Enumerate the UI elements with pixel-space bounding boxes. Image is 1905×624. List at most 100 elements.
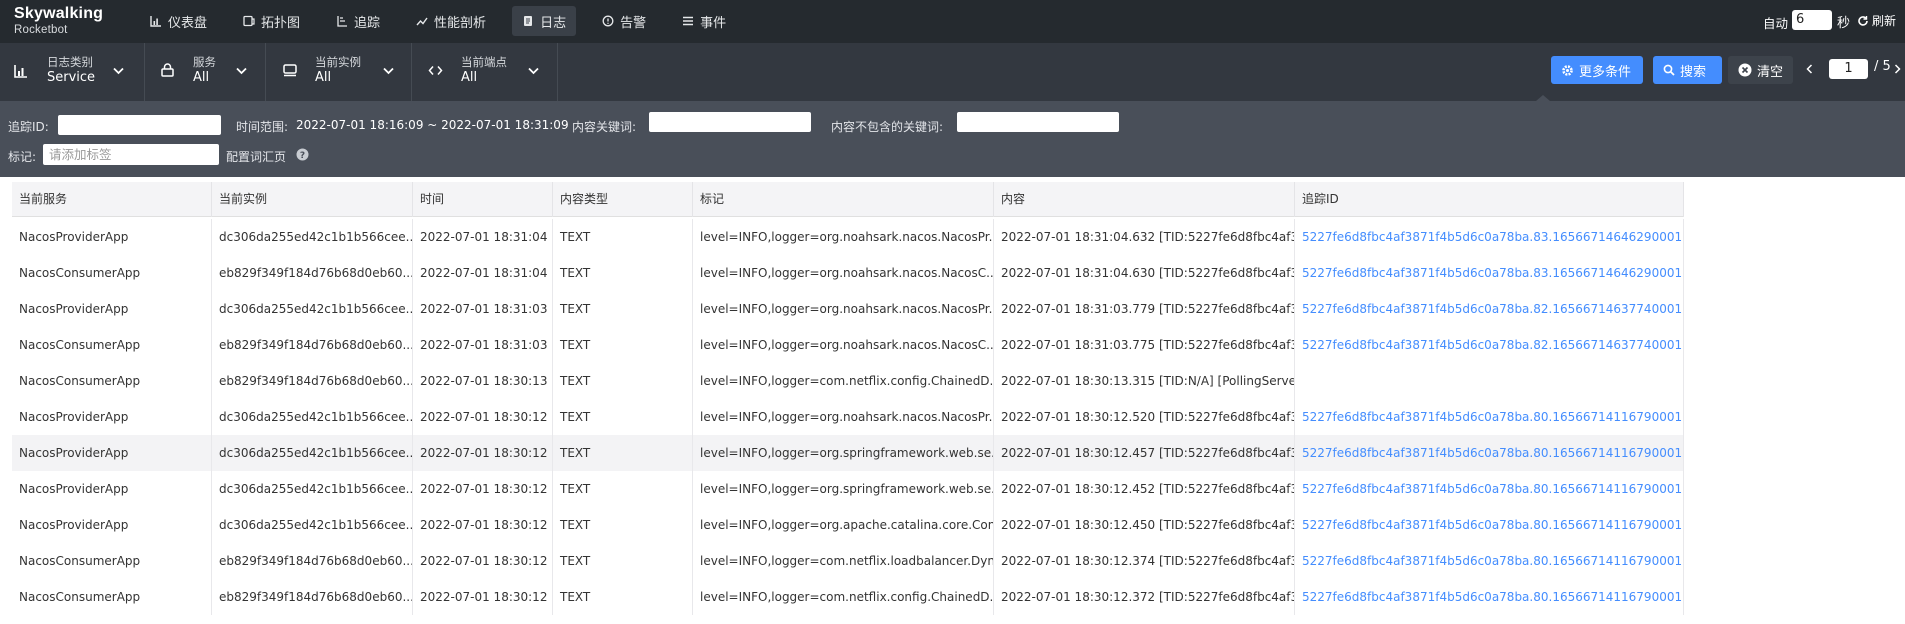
table-row[interactable]: NacosConsumerApp eb829f349f184d76b68d0eb6… — [12, 363, 1684, 399]
cell-trace-id[interactable]: 5227fe6d8fbc4af3871f4b5d6c0a78ba.82.1656… — [1295, 327, 1684, 363]
chevron-down-icon — [383, 67, 394, 75]
table-row[interactable]: NacosProviderApp dc306da255ed42c1b1b566ce… — [12, 399, 1684, 435]
cell-content-type: TEXT — [553, 507, 693, 543]
cell-trace-id[interactable]: 5227fe6d8fbc4af3871f4b5d6c0a78ba.80.1656… — [1295, 399, 1684, 435]
help-icon[interactable]: ? — [296, 148, 309, 161]
endpoint-selector[interactable]: 当前端点 All — [412, 43, 558, 101]
cell-trace-id[interactable]: 5227fe6d8fbc4af3871f4b5d6c0a78ba.80.1656… — [1295, 507, 1684, 543]
cell-time: 2022-07-01 18:30:12 — [413, 579, 553, 615]
table-row[interactable]: NacosConsumerApp eb829f349f184d76b68d0eb6… — [12, 255, 1684, 291]
auto-refresh-interval-input[interactable]: 6 — [1792, 10, 1832, 30]
cell-trace-id[interactable]: 5227fe6d8fbc4af3871f4b5d6c0a78ba.80.1656… — [1295, 579, 1684, 615]
clear-label: 清空 — [1757, 64, 1784, 80]
column-header: 标记 — [693, 182, 994, 217]
cell-instance: dc306da255ed42c1b1b566cee... — [212, 435, 413, 471]
time-range-value[interactable]: 2022-07-01 18:16:09 ~ 2022-07-01 18:31:0… — [296, 118, 569, 132]
nav-item-alarm[interactable]: 告警 — [592, 6, 656, 36]
chevron-down-icon — [236, 67, 247, 75]
table-row[interactable]: NacosConsumerApp eb829f349f184d76b68d0eb6… — [12, 579, 1684, 615]
cell-trace-id[interactable]: 5227fe6d8fbc4af3871f4b5d6c0a78ba.83.1656… — [1295, 219, 1684, 255]
chart-icon — [14, 65, 27, 78]
code-icon — [428, 66, 443, 75]
page-number-input[interactable]: 1 — [1829, 59, 1868, 79]
exclude-keyword-input[interactable] — [957, 112, 1119, 132]
logo-subtitle: Rocketbot — [14, 24, 68, 36]
table-row[interactable]: NacosProviderApp dc306da255ed42c1b1b566ce… — [12, 507, 1684, 543]
keyword-label: 内容关键词: — [572, 120, 637, 134]
selector-label: 服务 — [193, 55, 216, 69]
cell-trace-id[interactable]: 5227fe6d8fbc4af3871f4b5d6c0a78ba.80.1656… — [1295, 471, 1684, 507]
service-selector[interactable]: 服务 All — [145, 43, 266, 101]
chevron-down-icon — [528, 67, 539, 75]
config-vocab-link[interactable]: 配置词汇页 — [226, 148, 286, 165]
refresh-icon — [1858, 15, 1868, 26]
column-header: 当前实例 — [212, 182, 413, 217]
instance-icon — [283, 64, 297, 77]
nav-item-label: 日志 — [540, 15, 567, 31]
cell-instance: eb829f349f184d76b68d0eb60... — [212, 255, 413, 291]
more-conditions-button[interactable]: 更多条件 — [1551, 56, 1643, 84]
cell-content: 2022-07-01 18:30:12.452 [TID:5227fe6d8fb… — [994, 471, 1295, 507]
cell-trace-id[interactable]: 5227fe6d8fbc4af3871f4b5d6c0a78ba.82.1656… — [1295, 291, 1684, 327]
table-row[interactable]: NacosConsumerApp eb829f349f184d76b68d0eb6… — [12, 543, 1684, 579]
cell-tags: level=INFO,logger=com.netflix.config.Cha… — [693, 363, 994, 399]
table-row[interactable]: NacosProviderApp dc306da255ed42c1b1b566ce… — [12, 435, 1684, 471]
cell-tags: level=INFO,logger=org.noahsark.nacos.Nac… — [693, 219, 994, 255]
chevron-down-icon — [113, 67, 124, 75]
cell-tags: level=INFO,logger=org.noahsark.nacos.Nac… — [693, 399, 994, 435]
cell-service: NacosConsumerApp — [12, 543, 212, 579]
cell-instance: dc306da255ed42c1b1b566cee... — [212, 219, 413, 255]
profile-icon — [416, 17, 428, 26]
cell-trace-id[interactable]: 5227fe6d8fbc4af3871f4b5d6c0a78ba.80.1656… — [1295, 435, 1684, 471]
chevron-left-icon[interactable] — [1806, 64, 1813, 74]
nav-item-trace[interactable]: 追踪 — [326, 6, 390, 36]
log-icon — [524, 16, 533, 26]
nav-item-profile[interactable]: 性能剖析 — [406, 6, 496, 36]
table-row[interactable]: NacosProviderApp dc306da255ed42c1b1b566ce… — [12, 219, 1684, 255]
selector-bar: 日志类别 Service 服务 All 当前实例 All 当前端点 All 更多… — [0, 43, 1905, 101]
clear-button[interactable]: 清空 — [1728, 56, 1793, 84]
cell-content: 2022-07-01 18:30:12.457 [TID:5227fe6d8fb… — [994, 435, 1295, 471]
table-row[interactable]: NacosProviderApp dc306da255ed42c1b1b566ce… — [12, 471, 1684, 507]
nav-item-event[interactable]: 事件 — [672, 6, 736, 36]
app-logo[interactable]: Skywalking Rocketbot — [14, 6, 103, 37]
refresh-button[interactable]: 刷新 — [1857, 12, 1896, 29]
column-header: 当前服务 — [12, 182, 212, 217]
cell-content: 2022-07-01 18:30:12.374 [TID:5227fe6d8fb… — [994, 543, 1295, 579]
nav-item-topology[interactable]: 拓扑图 — [233, 6, 310, 36]
page-total: / 5 — [1874, 59, 1891, 74]
cell-content-type: TEXT — [553, 291, 693, 327]
cell-time: 2022-07-01 18:30:12 — [413, 435, 553, 471]
nav-item-dashboard[interactable]: 仪表盘 — [140, 6, 217, 36]
cell-trace-id[interactable]: 5227fe6d8fbc4af3871f4b5d6c0a78ba.83.1656… — [1295, 255, 1684, 291]
tag-input[interactable]: 请添加标签 — [43, 144, 219, 165]
cell-service: NacosProviderApp — [12, 435, 212, 471]
log-category-selector[interactable]: 日志类别 Service — [0, 43, 145, 101]
nav-item-label: 追踪 — [354, 15, 381, 31]
chevron-right-icon[interactable] — [1894, 64, 1901, 74]
search-button[interactable]: 搜索 — [1653, 56, 1722, 84]
cell-time: 2022-07-01 18:30:12 — [413, 471, 553, 507]
instance-selector[interactable]: 当前实例 All — [266, 43, 412, 101]
table-row[interactable]: NacosProviderApp dc306da255ed42c1b1b566ce… — [12, 291, 1684, 327]
trace-id-input[interactable] — [58, 115, 221, 135]
cell-trace-id[interactable] — [1295, 363, 1684, 399]
more-conditions-label: 更多条件 — [1579, 64, 1632, 80]
keyword-input[interactable] — [649, 112, 811, 132]
cell-time: 2022-07-01 18:31:03 — [413, 291, 553, 327]
cell-tags: level=INFO,logger=org.springframework.we… — [693, 471, 994, 507]
cell-content: 2022-07-01 18:31:04.632 [TID:5227fe6d8fb… — [994, 219, 1295, 255]
logo-text: Skywalking — [14, 5, 104, 22]
main-nav: 仪表盘 拓扑图 追踪 性能剖析 日志 告警 事件 — [140, 6, 752, 36]
cell-content: 2022-07-01 18:30:13.315 [TID:N/A] [Polli… — [994, 363, 1295, 399]
table-row[interactable]: NacosConsumerApp eb829f349f184d76b68d0eb6… — [12, 327, 1684, 363]
cell-trace-id[interactable]: 5227fe6d8fbc4af3871f4b5d6c0a78ba.80.1656… — [1295, 543, 1684, 579]
cell-instance: dc306da255ed42c1b1b566cee... — [212, 291, 413, 327]
svg-text:?: ? — [300, 151, 305, 161]
cell-time: 2022-07-01 18:30:13 — [413, 363, 553, 399]
cell-content-type: TEXT — [553, 327, 693, 363]
tag-label: 标记: — [8, 150, 37, 164]
nav-item-log[interactable]: 日志 — [512, 6, 577, 36]
cell-tags: level=INFO,logger=org.noahsark.nacos.Nac… — [693, 291, 994, 327]
column-header: 时间 — [413, 182, 553, 217]
